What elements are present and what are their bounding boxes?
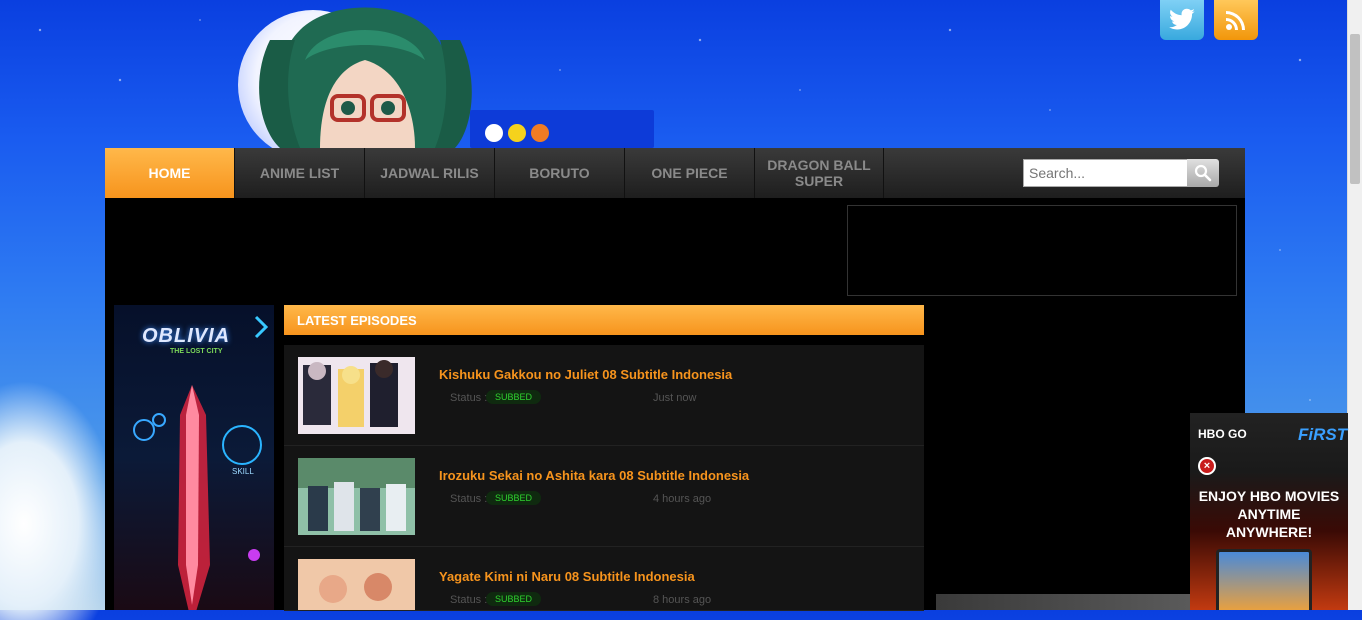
color-dots-panel (470, 110, 654, 148)
status-label: Status : (450, 493, 488, 505)
skill-label: SKILL (232, 467, 254, 476)
orange-dot (531, 124, 549, 142)
nav-one-piece[interactable]: ONE PIECE (625, 148, 755, 198)
side-ad-banner[interactable]: OBLIVIA THE LOST CITY SKILL (114, 305, 274, 610)
rss-button[interactable] (1214, 0, 1258, 40)
cloud-decoration (0, 380, 120, 620)
nav-jadwal-rilis[interactable]: JADWAL RILIS (365, 148, 495, 198)
search-button[interactable] (1187, 159, 1219, 187)
skill-button-graphic (222, 425, 262, 465)
magnifier-icon (1194, 164, 1212, 182)
tablet-device-graphic (1216, 549, 1312, 610)
bottom-ad-strip[interactable] (936, 594, 1190, 610)
episode-time: 4 hours ago (653, 493, 712, 505)
status-badge: SUBBED (486, 491, 542, 505)
thumbnail-art (298, 458, 415, 535)
episode-time: 8 hours ago (653, 594, 712, 606)
page-scrollbar[interactable] (1347, 0, 1362, 610)
thumbnail-art (298, 357, 415, 434)
close-ad-button[interactable]: × (1198, 457, 1216, 475)
side-ad-logo: OBLIVIA (142, 325, 231, 347)
thumbnail-art (298, 559, 415, 610)
yellow-dot (508, 124, 526, 142)
latest-episodes-heading: LATEST EPISODES (284, 305, 924, 335)
nav-anime-list[interactable]: ANIME LIST (235, 148, 365, 198)
arrow-right-icon (254, 315, 269, 339)
side-ad-tagline: THE LOST CITY (170, 348, 223, 355)
status-label: Status : (450, 594, 488, 606)
status-label: Status : (450, 392, 488, 404)
nav-boruto[interactable]: BORUTO (495, 148, 625, 198)
hbo-go-logo: HBO GO (1198, 427, 1247, 441)
top-ad-slot[interactable] (847, 205, 1237, 296)
episode-thumbnail[interactable] (298, 458, 415, 535)
hbo-go-floating-ad[interactable]: HBO GO FiRST × ENJOY HBO MOVIES ANYTIME … (1190, 413, 1348, 610)
episode-row[interactable]: Kishuku Gakkou no Juliet 08 Subtitle Ind… (284, 345, 924, 446)
hbo-ad-message: ENJOY HBO MOVIES ANYTIME ANYWHERE! (1190, 487, 1348, 541)
main-nav: HOME ANIME LIST JADWAL RILIS BORUTO ONE … (105, 148, 1245, 198)
nav-dragon-ball-super[interactable]: DRAGON BALL SUPER (755, 148, 884, 198)
status-badge: SUBBED (486, 390, 542, 404)
episode-time: Just now (653, 392, 697, 404)
twitter-icon (1169, 8, 1195, 30)
episode-thumbnail[interactable] (298, 559, 415, 610)
crystal-sword-graphic (133, 385, 260, 610)
hbo-ad-line-1: ENJOY HBO MOVIES (1198, 488, 1340, 504)
episode-row[interactable]: Yagate Kimi ni Naru 08 Subtitle Indonesi… (284, 547, 924, 611)
search-input[interactable] (1023, 159, 1189, 187)
first-media-logo: FiRST (1298, 425, 1348, 444)
episode-title-link[interactable]: Irozuku Sekai no Ashita kara 08 Subtitle… (439, 468, 749, 483)
twitter-button[interactable] (1160, 0, 1204, 40)
episode-title-link[interactable]: Yagate Kimi ni Naru 08 Subtitle Indonesi… (439, 569, 695, 584)
status-badge: SUBBED (486, 592, 542, 606)
hbo-ad-line-3: ANYWHERE! (1225, 524, 1313, 540)
scrollbar-thumb[interactable] (1350, 34, 1360, 184)
episode-row[interactable]: Irozuku Sekai no Ashita kara 08 Subtitle… (284, 446, 924, 547)
nav-home[interactable]: HOME (105, 148, 235, 198)
white-dot (485, 124, 503, 142)
site-header (0, 0, 1348, 160)
anime-character-banner (259, 7, 472, 148)
episode-title-link[interactable]: Kishuku Gakkou no Juliet 08 Subtitle Ind… (439, 367, 732, 382)
hbo-ad-line-2: ANYTIME (1237, 506, 1301, 522)
rss-icon (1226, 11, 1245, 30)
main-container: HOME ANIME LIST JADWAL RILIS BORUTO ONE … (105, 148, 1245, 611)
episode-thumbnail[interactable] (298, 357, 415, 434)
